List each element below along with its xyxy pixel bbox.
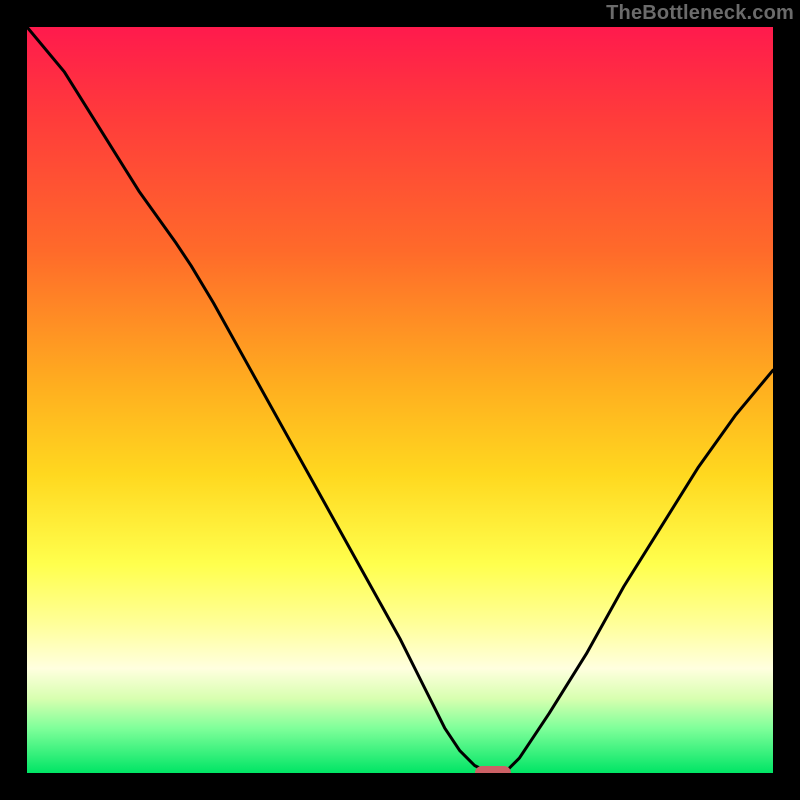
bottleneck-curve-path	[27, 27, 773, 773]
optimum-marker	[475, 766, 511, 773]
chart-frame: TheBottleneck.com	[0, 0, 800, 800]
curve-svg	[27, 27, 773, 773]
plot-area	[27, 27, 773, 773]
watermark-text: TheBottleneck.com	[606, 2, 794, 25]
